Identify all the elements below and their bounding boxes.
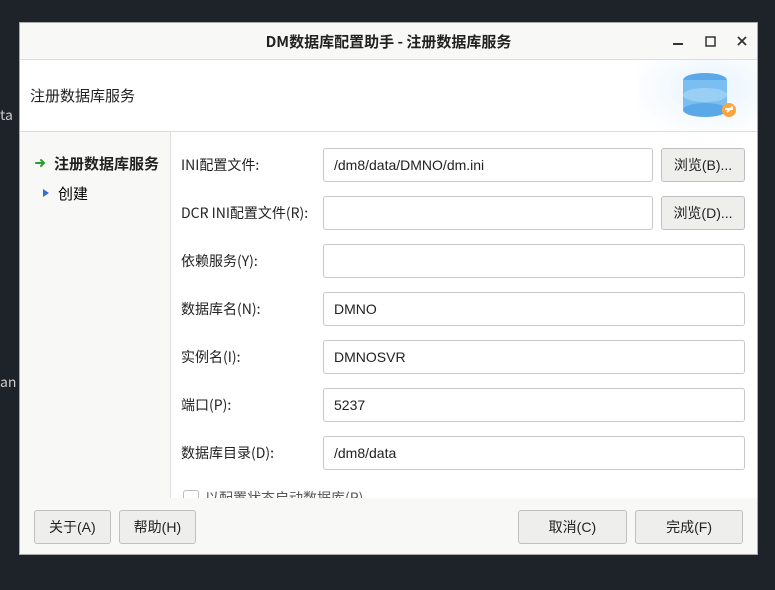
database-icon (637, 60, 757, 132)
page-title: 注册数据库服务 (30, 85, 135, 106)
dcr-browse-button[interactable]: 浏览(D)... (661, 196, 745, 230)
config-start-checkbox[interactable] (183, 490, 199, 498)
dir-input[interactable] (323, 436, 745, 470)
port-label: 端口(P): (181, 395, 315, 415)
dir-label: 数据库目录(D): (181, 443, 315, 463)
ini-browse-button[interactable]: 浏览(B)... (661, 148, 745, 182)
titlebar: DM数据库配置助手 - 注册数据库服务 (20, 23, 757, 59)
arrow-right-icon (34, 156, 48, 170)
row-dcr: DCR INI配置文件(R): 浏览(D)... (181, 196, 745, 230)
row-inst: 实例名(I): (181, 340, 745, 374)
dialog-window: DM数据库配置助手 - 注册数据库服务 注册数据库服务 (19, 22, 758, 555)
window-controls (669, 23, 751, 59)
dbname-input[interactable] (323, 292, 745, 326)
dbname-label: 数据库名(N): (181, 299, 315, 319)
dep-label: 依赖服务(Y): (181, 251, 315, 271)
help-button[interactable]: 帮助(H) (119, 510, 196, 544)
inst-label: 实例名(I): (181, 347, 315, 367)
row-checkbox-cutoff: 以配置状态启动数据库(R) (181, 484, 745, 498)
port-input[interactable] (323, 388, 745, 422)
sidebar-item-label: 创建 (58, 183, 88, 204)
dcr-input[interactable] (323, 196, 653, 230)
sidebar-item-create[interactable]: 创建 (34, 178, 170, 208)
row-dir: 数据库目录(D): (181, 436, 745, 470)
minimize-button[interactable] (669, 32, 687, 50)
sidebar: 注册数据库服务 创建 (20, 132, 170, 498)
ini-input[interactable] (323, 148, 653, 182)
dep-input[interactable] (323, 244, 745, 278)
backdrop-text: an (0, 372, 16, 392)
footer: 关于(A) 帮助(H) 取消(C) 完成(F) (20, 498, 757, 554)
body: 注册数据库服务 创建 INI配置文件: 浏览(B)... DCR INI配置文件… (20, 132, 757, 498)
form-area: INI配置文件: 浏览(B)... DCR INI配置文件(R): 浏览(D).… (170, 132, 757, 498)
finish-button[interactable]: 完成(F) (635, 510, 743, 544)
backdrop-text: ta (0, 105, 13, 125)
dcr-label: DCR INI配置文件(R): (181, 203, 315, 223)
row-port: 端口(P): (181, 388, 745, 422)
triangle-right-icon (40, 187, 52, 199)
sidebar-item-register-service[interactable]: 注册数据库服务 (34, 148, 170, 178)
close-button[interactable] (733, 32, 751, 50)
ini-label: INI配置文件: (181, 155, 315, 175)
maximize-button[interactable] (701, 32, 719, 50)
row-dbname: 数据库名(N): (181, 292, 745, 326)
header-band: 注册数据库服务 (20, 59, 757, 132)
cancel-button[interactable]: 取消(C) (518, 510, 627, 544)
inst-input[interactable] (323, 340, 745, 374)
row-ini: INI配置文件: 浏览(B)... (181, 148, 745, 182)
checkbox-label: 以配置状态启动数据库(R) (205, 488, 363, 498)
window-title: DM数据库配置助手 - 注册数据库服务 (266, 31, 512, 52)
row-dep: 依赖服务(Y): (181, 244, 745, 278)
about-button[interactable]: 关于(A) (34, 510, 111, 544)
sidebar-item-label: 注册数据库服务 (54, 153, 159, 174)
